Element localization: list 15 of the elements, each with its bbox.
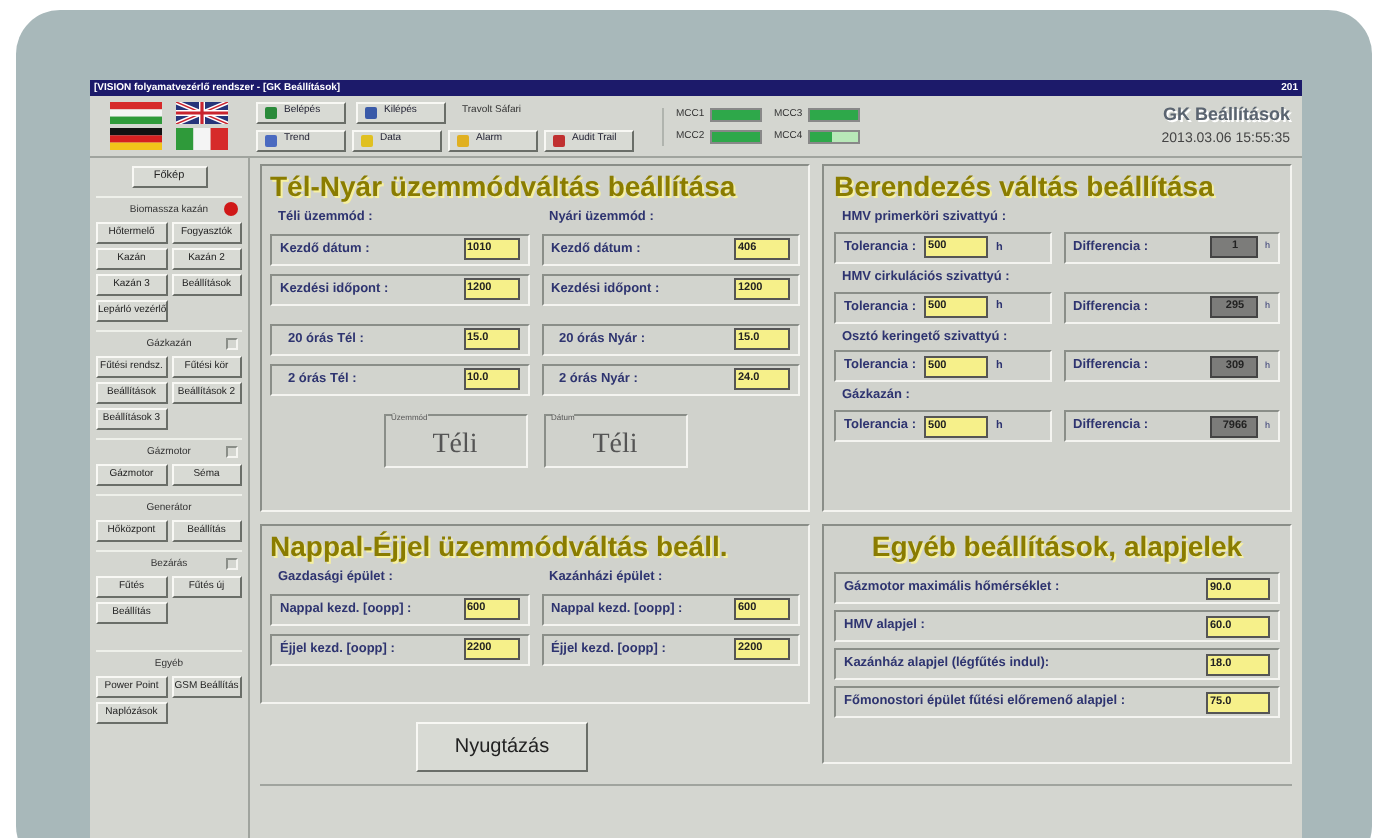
toolbar-icon [552, 133, 566, 147]
collapse-toggle[interactable] [226, 446, 238, 458]
mode-value: Téli [592, 429, 638, 462]
screen-title: GK Beállítások [1162, 104, 1290, 124]
acknowledge-button[interactable]: Nyugtázás [416, 722, 588, 772]
flag-icon[interactable] [176, 102, 228, 124]
collapse-toggle[interactable] [226, 558, 238, 570]
flag-icon[interactable] [110, 128, 162, 150]
collapse-toggle[interactable] [226, 338, 238, 350]
toolbar-icon [456, 133, 470, 147]
panel-title: Tél-Nyár üzemmódváltás beállítása [270, 168, 738, 204]
panel-title: Berendezés váltás beállítása [834, 168, 1216, 204]
panel-title: Egyéb beállítások, alapjelek [871, 528, 1243, 564]
panel-title: Nappal-Éjjel üzemmódváltás beáll. [270, 528, 730, 564]
mode-value: Téli [432, 429, 478, 462]
